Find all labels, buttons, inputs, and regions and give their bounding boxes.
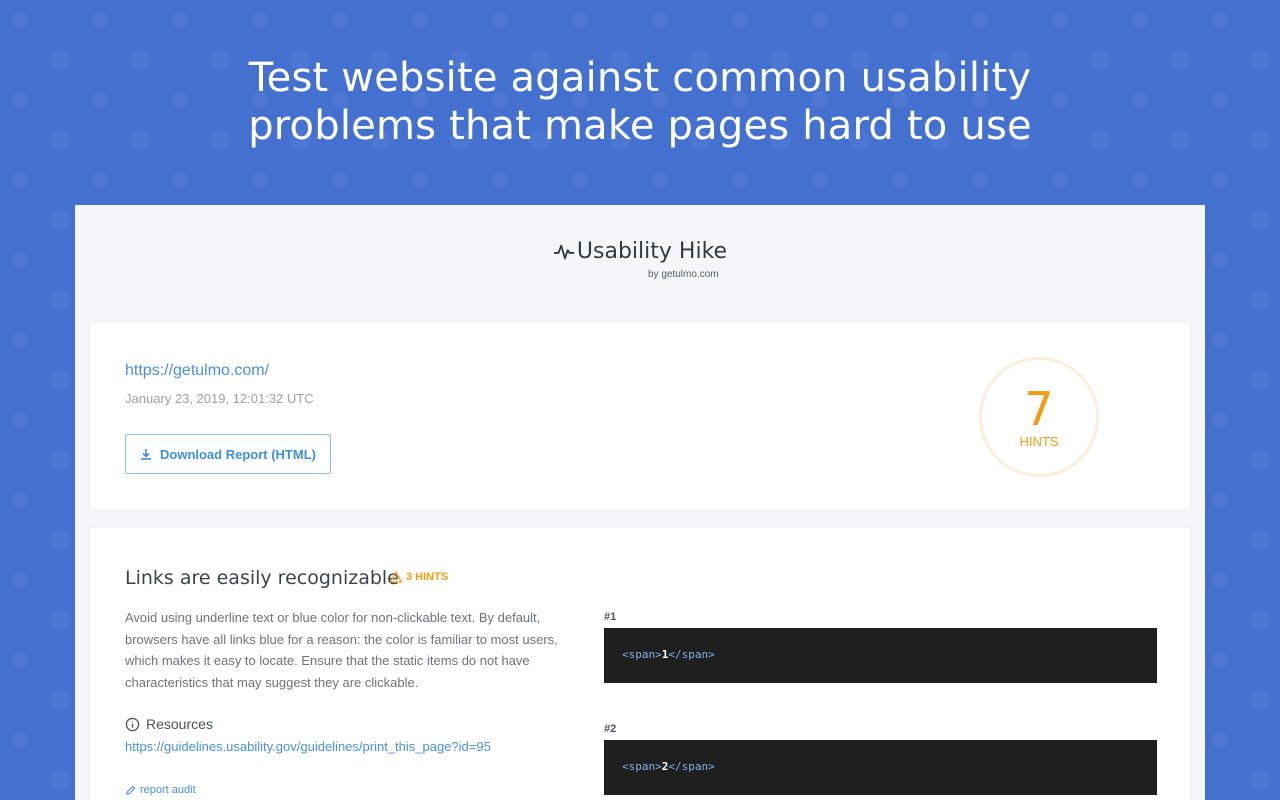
- hero-line-1: Test website against common usability: [248, 55, 1032, 101]
- download-report-button[interactable]: Download Report (HTML): [125, 434, 331, 474]
- resources-label: Resources: [146, 716, 213, 732]
- snippet-label-2: #2: [604, 723, 617, 735]
- scan-date: January 23, 2019, 12:01:32 UTC: [125, 391, 314, 406]
- audit-hint-badge: 3 HINTS: [390, 571, 448, 583]
- warning-icon: [390, 571, 402, 583]
- report-audit-link[interactable]: report audit: [125, 784, 196, 796]
- hints-count: 7: [1024, 381, 1054, 436]
- resources-heading: Resources: [125, 716, 213, 732]
- audit-hint-count: 3 HINTS: [406, 571, 449, 583]
- report-panel: Usability Hike by getulmo.com https://ge…: [75, 205, 1205, 800]
- snippet-open-tag: <span>: [622, 760, 662, 773]
- audit-description: Avoid using underline text or blue color…: [125, 610, 558, 690]
- brand-logo[interactable]: Usability Hike: [553, 239, 727, 264]
- snippet-label-1: #1: [604, 611, 617, 623]
- snippet-close-tag: </span>: [668, 760, 715, 773]
- brand-header: Usability Hike by getulmo.com: [75, 239, 1205, 280]
- pencil-icon: [126, 785, 136, 795]
- pulse-icon: [553, 244, 575, 259]
- snippet-open-tag: <span>: [622, 648, 662, 661]
- brand-byline: by getulmo.com: [648, 269, 719, 280]
- summary-card: https://getulmo.com/ January 23, 2019, 1…: [89, 321, 1191, 511]
- download-icon: [141, 449, 151, 460]
- info-icon: [125, 717, 140, 731]
- code-snippet-2: <span>2</span>: [604, 740, 1157, 795]
- audit-card: Links are easily recognizable 3 HINTS Av…: [89, 526, 1191, 800]
- report-audit-label: report audit: [140, 784, 196, 796]
- audit-title: Links are easily recognizable: [125, 567, 399, 589]
- scanned-url-link[interactable]: https://getulmo.com/: [125, 362, 269, 380]
- hints-label: HINTS: [1019, 433, 1059, 449]
- brand-name: Usability Hike: [576, 239, 728, 264]
- hero-headline: Test website against common usability pr…: [0, 54, 1280, 150]
- hero-line-2: problems that make pages hard to use: [248, 103, 1032, 149]
- download-report-label: Download Report (HTML): [160, 446, 316, 462]
- code-snippet-1: <span>1</span>: [604, 628, 1157, 683]
- hints-score-circle: 7 HINTS: [979, 357, 1099, 477]
- resource-link[interactable]: https://guidelines.usability.gov/guideli…: [125, 739, 491, 754]
- snippet-close-tag: </span>: [668, 648, 715, 661]
